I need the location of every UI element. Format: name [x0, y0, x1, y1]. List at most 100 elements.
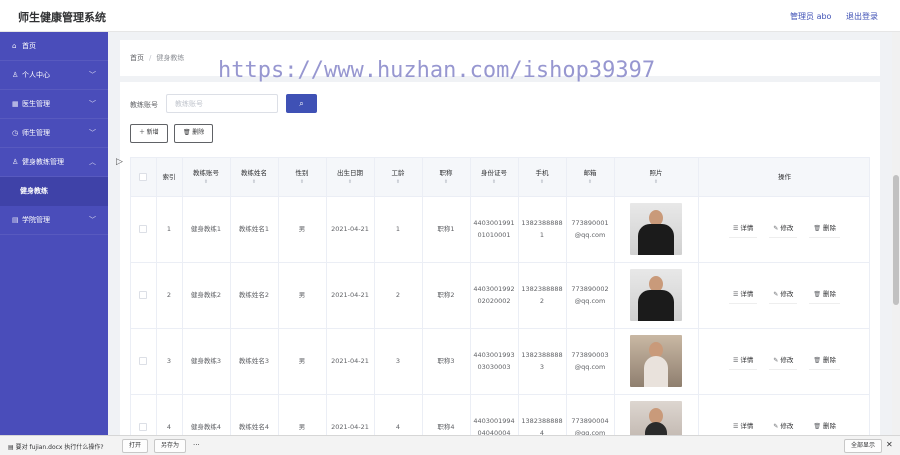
- logout-link[interactable]: 退出登录: [846, 12, 878, 21]
- sidebar-item-1[interactable]: ♙ 个人中心 ﹀: [0, 61, 108, 90]
- row-checkbox[interactable]: [139, 291, 148, 299]
- header-user-area: 管理员 abo 退出登录: [778, 11, 878, 22]
- main-content: 首页/健身教练 教练账号 ⌕ ＋ 新增 🗑 删除 索引教练账号⬍教练姓名⬍性别⬍…: [120, 40, 880, 442]
- cell-photo: [614, 328, 699, 395]
- cell-email: 773890001@qq.com: [566, 196, 615, 263]
- edit-button[interactable]: ✎ 修改: [769, 286, 798, 304]
- row-checkbox[interactable]: [139, 225, 148, 233]
- chevron-down-icon: ﹀: [89, 100, 96, 108]
- cell-index: 2: [156, 262, 183, 329]
- sort-caret-icon[interactable]: ⬍: [185, 179, 228, 186]
- sidebar: ⌂ 首页 ♙ 个人中心 ﹀ ▦ 医生管理 ﹀ ◷ 师生管理 ﹀ ♙ 健身教练管理 ︿ 健身教练 ▤ 学院管理 ﹀: [0, 32, 108, 435]
- trash-button[interactable]: 🗑 删除: [809, 220, 841, 238]
- sort-caret-icon[interactable]: ⬍: [377, 179, 420, 186]
- sidebar-item-3[interactable]: ◷ 师生管理 ﹀: [0, 119, 108, 148]
- coach-photo[interactable]: [630, 203, 682, 255]
- detail-button[interactable]: ☰ 详情: [728, 352, 758, 370]
- open-file-button[interactable]: 打开: [122, 439, 149, 453]
- coach-photo[interactable]: [630, 335, 682, 387]
- detail-button[interactable]: ☰ 详情: [728, 418, 758, 436]
- trash-icon: 🗑: [813, 357, 822, 364]
- trash-icon: 🗑: [813, 225, 822, 232]
- sidebar-item-0[interactable]: ⌂ 首页: [0, 32, 108, 61]
- select-all-checkbox[interactable]: [139, 172, 148, 181]
- edit-button[interactable]: ✎ 修改: [769, 418, 798, 436]
- sort-caret-icon[interactable]: ⬍: [281, 179, 324, 186]
- grid-icon: ▦: [12, 100, 19, 108]
- sidebar-item-5[interactable]: ▤ 学院管理 ﹀: [0, 206, 108, 235]
- sidebar-item-4[interactable]: ♙ 健身教练管理 ︿: [0, 148, 108, 177]
- home-icon: ⌂: [12, 42, 17, 50]
- cell-id-card: 440300199101010001: [470, 196, 519, 263]
- row-checkbox-cell: [131, 262, 157, 329]
- breadcrumb-home[interactable]: 首页: [130, 54, 144, 62]
- show-all-downloads-button[interactable]: 全部显示: [844, 439, 883, 453]
- column-header-4[interactable]: 性别 ⬍: [278, 158, 327, 197]
- column-header-2[interactable]: 教练账号 ⬍: [182, 158, 231, 197]
- action-label: 删除: [823, 224, 837, 232]
- sort-caret-icon[interactable]: ⬍: [233, 179, 276, 186]
- sidebar-subitem-coach[interactable]: 健身教练: [0, 177, 108, 206]
- sort-caret-icon[interactable]: ⬍: [425, 179, 468, 186]
- column-header-11[interactable]: 照片 ⬍: [614, 158, 699, 197]
- trash-button[interactable]: 🗑 删除: [809, 418, 841, 436]
- sidebar-item-2[interactable]: ▦ 医生管理 ﹀: [0, 90, 108, 119]
- column-header-9[interactable]: 手机 ⬍: [518, 158, 567, 197]
- sidebar-item-label: 首页: [22, 42, 36, 50]
- file-icon: ▤: [8, 444, 14, 451]
- admin-user-link[interactable]: 管理员 abo: [790, 12, 831, 21]
- column-header-6[interactable]: 工龄 ⬍: [374, 158, 423, 197]
- search-button[interactable]: ⌕: [286, 94, 317, 113]
- save-as-button[interactable]: 另存为: [154, 439, 187, 453]
- cell-phone: 13823888882: [518, 262, 567, 329]
- coach-photo[interactable]: [630, 269, 682, 321]
- cell-phone: 13823888881: [518, 196, 567, 263]
- more-options-icon[interactable]: ···: [193, 441, 200, 449]
- trash-button[interactable]: 🗑 删除: [809, 352, 841, 370]
- column-header-label: 工龄: [391, 169, 405, 178]
- cell-phone: 13823888883: [518, 328, 567, 395]
- cell-photo: [614, 196, 699, 263]
- column-header-3[interactable]: 教练姓名 ⬍: [230, 158, 279, 197]
- table-body: 1 健身教练1 教练姓名1 男 2021-04-21 1 职称1 44030019910101…: [131, 196, 869, 441]
- sort-caret-icon[interactable]: ⬍: [569, 179, 612, 186]
- person-icon: ♙: [12, 158, 19, 166]
- breadcrumb-separator: /: [149, 54, 152, 62]
- edit-button[interactable]: ✎ 修改: [769, 352, 798, 370]
- row-checkbox[interactable]: [139, 423, 148, 431]
- add-button[interactable]: ＋ 新增: [130, 124, 168, 143]
- cell-title: 职称1: [422, 196, 471, 263]
- cell-birth: 2021-04-21: [326, 196, 375, 263]
- cell-title: 职称3: [422, 328, 471, 395]
- detail-button[interactable]: ☰ 详情: [728, 220, 758, 238]
- delete-button[interactable]: 🗑 删除: [174, 124, 214, 143]
- scrollbar-thumb[interactable]: [893, 175, 899, 305]
- trash-button[interactable]: 🗑 删除: [809, 286, 841, 304]
- sidebar-item-label: 个人中心: [22, 71, 50, 79]
- download-bar: ▤ 要对 fujian.docx 执行什么操作? 打开 另存为 ··· 全部显示…: [0, 435, 900, 455]
- search-input[interactable]: [166, 94, 278, 113]
- detail-icon: ☰: [732, 225, 739, 232]
- column-header-label: 教练账号: [193, 169, 219, 178]
- top-header: 师生健康管理系统 管理员 abo 退出登录: [0, 0, 900, 32]
- column-header-8[interactable]: 身份证号 ⬍: [470, 158, 519, 197]
- column-header-5[interactable]: 出生日期 ⬍: [326, 158, 375, 197]
- edit-button[interactable]: ✎ 修改: [769, 220, 798, 238]
- download-message: ▤ 要对 fujian.docx 执行什么操作?: [8, 444, 104, 451]
- sidebar-item-label: 学院管理: [22, 216, 50, 224]
- row-checkbox[interactable]: [139, 357, 148, 365]
- action-label: 删除: [823, 290, 837, 298]
- search-icon: ⌕: [299, 99, 304, 108]
- close-download-bar-icon[interactable]: ✕: [886, 440, 893, 449]
- column-header-10[interactable]: 邮箱 ⬍: [566, 158, 615, 197]
- coach-table: 索引 教练账号 ⬍ 教练姓名 ⬍ 性别 ⬍ 出生日期 ⬍ 工龄 ⬍ 职称 ⬍ 身份证号 ⬍ 手机 ⬍ 邮箱 ⬍ 照片 ⬍…: [130, 157, 870, 442]
- sort-caret-icon[interactable]: ⬍: [329, 179, 372, 186]
- cell-id-card: 440300199303030003: [470, 328, 519, 395]
- detail-button[interactable]: ☰ 详情: [728, 286, 758, 304]
- sort-caret-icon[interactable]: ⬍: [617, 179, 696, 186]
- column-header-7[interactable]: 职称 ⬍: [422, 158, 471, 197]
- sort-caret-icon[interactable]: ⬍: [473, 179, 516, 186]
- table-row: 2 健身教练2 教练姓名2 男 2021-04-21 2 职称2 44030019920202…: [131, 262, 869, 329]
- action-label: 删除: [823, 422, 837, 430]
- sort-caret-icon[interactable]: ⬍: [521, 179, 564, 186]
